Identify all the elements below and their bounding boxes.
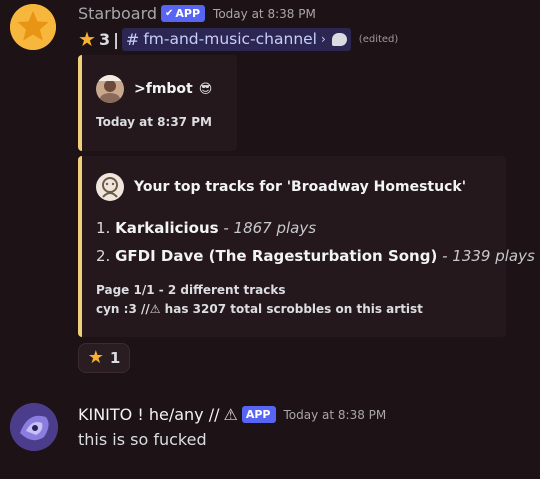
- user-avatar[interactable]: [96, 173, 124, 201]
- kinito-avatar-image-icon: [10, 403, 58, 451]
- channel-name: fm-and-music-channel: [143, 30, 317, 48]
- embed-title-row: Your top tracks for 'Broadway Homestuck': [96, 173, 466, 201]
- warning-icon: ⚠: [223, 405, 238, 424]
- fmbot-avatar[interactable]: [96, 75, 124, 103]
- embed-footer-page: Page 1/1 - 2 different tracks: [96, 283, 286, 297]
- app-badge: ✔ APP: [161, 5, 206, 22]
- starboard-username[interactable]: Starboard: [78, 4, 157, 23]
- track-separator: -: [437, 247, 453, 265]
- fmbot-avatar-image-icon: [96, 75, 124, 103]
- speech-bubble-icon: [331, 32, 347, 46]
- top-tracks-embed: Your top tracks for 'Broadway Homestuck'…: [78, 156, 535, 337]
- track-plays: 1867 plays: [233, 219, 317, 237]
- star-reaction-button[interactable]: ★ 1: [78, 343, 130, 373]
- embed-title[interactable]: Your top tracks for 'Broadway Homestuck': [134, 179, 466, 195]
- track-rank: 2.: [96, 247, 111, 265]
- star-icon: ★: [78, 27, 96, 51]
- channel-hash-icon: #: [125, 29, 140, 49]
- message-content: this is so fucked: [78, 430, 207, 449]
- app-badge-label: APP: [175, 7, 201, 20]
- message-timestamp[interactable]: Today at 8:38 PM: [213, 7, 316, 21]
- embed-author-name[interactable]: >fmbot: [134, 81, 193, 97]
- track-row: 2. GFDI Dave (The Ragesturbation Song) -…: [96, 247, 535, 265]
- star-count: 3: [98, 29, 111, 49]
- track-name: GFDI Dave (The Ragesturbation Song): [115, 247, 438, 265]
- embed-footer-scrobbles: cyn :3 //⚠ has 3207 total scrobbles on t…: [96, 302, 423, 316]
- embed-author: >fmbot 😎: [96, 75, 212, 103]
- verified-check-icon: ✔: [165, 8, 174, 19]
- reaction-count: 1: [109, 349, 121, 367]
- edited-label: (edited): [358, 33, 399, 45]
- message-timestamp[interactable]: Today at 8:38 PM: [284, 408, 387, 422]
- track-plays: 1339 plays: [452, 247, 535, 265]
- user-avatar-image-icon: [96, 173, 124, 201]
- starboard-message-header: Starboard ✔ APP Today at 8:38 PM: [78, 4, 316, 23]
- star-icon: ★: [87, 347, 104, 368]
- starboard-avatar[interactable]: [10, 4, 56, 50]
- track-rank: 1.: [96, 219, 111, 237]
- star-count-line: ★ 3 | # fm-and-music-channel › (edited): [78, 27, 398, 51]
- sunglasses-emoji-icon: 😎: [198, 81, 213, 97]
- track-name: Karkalicious: [115, 219, 219, 237]
- kinito-avatar[interactable]: [10, 403, 58, 451]
- channel-mention[interactable]: # fm-and-music-channel ›: [121, 27, 351, 51]
- quoted-message-embed: >fmbot 😎 Today at 8:37 PM: [78, 55, 237, 151]
- app-badge-label: APP: [245, 408, 271, 421]
- separator: |: [113, 29, 119, 49]
- star-logo-icon: [10, 4, 56, 50]
- kinito-message-header: KINITO ! he/any // ⚠ APP Today at 8:38 P…: [78, 405, 386, 424]
- embed-timestamp: Today at 8:37 PM: [96, 115, 212, 129]
- kinito-username[interactable]: KINITO ! he/any //: [78, 405, 220, 424]
- chevron-right-icon: ›: [320, 32, 326, 46]
- track-row: 1. Karkalicious - 1867 plays: [96, 219, 316, 237]
- track-separator: -: [218, 219, 234, 237]
- app-badge: APP: [241, 406, 276, 423]
